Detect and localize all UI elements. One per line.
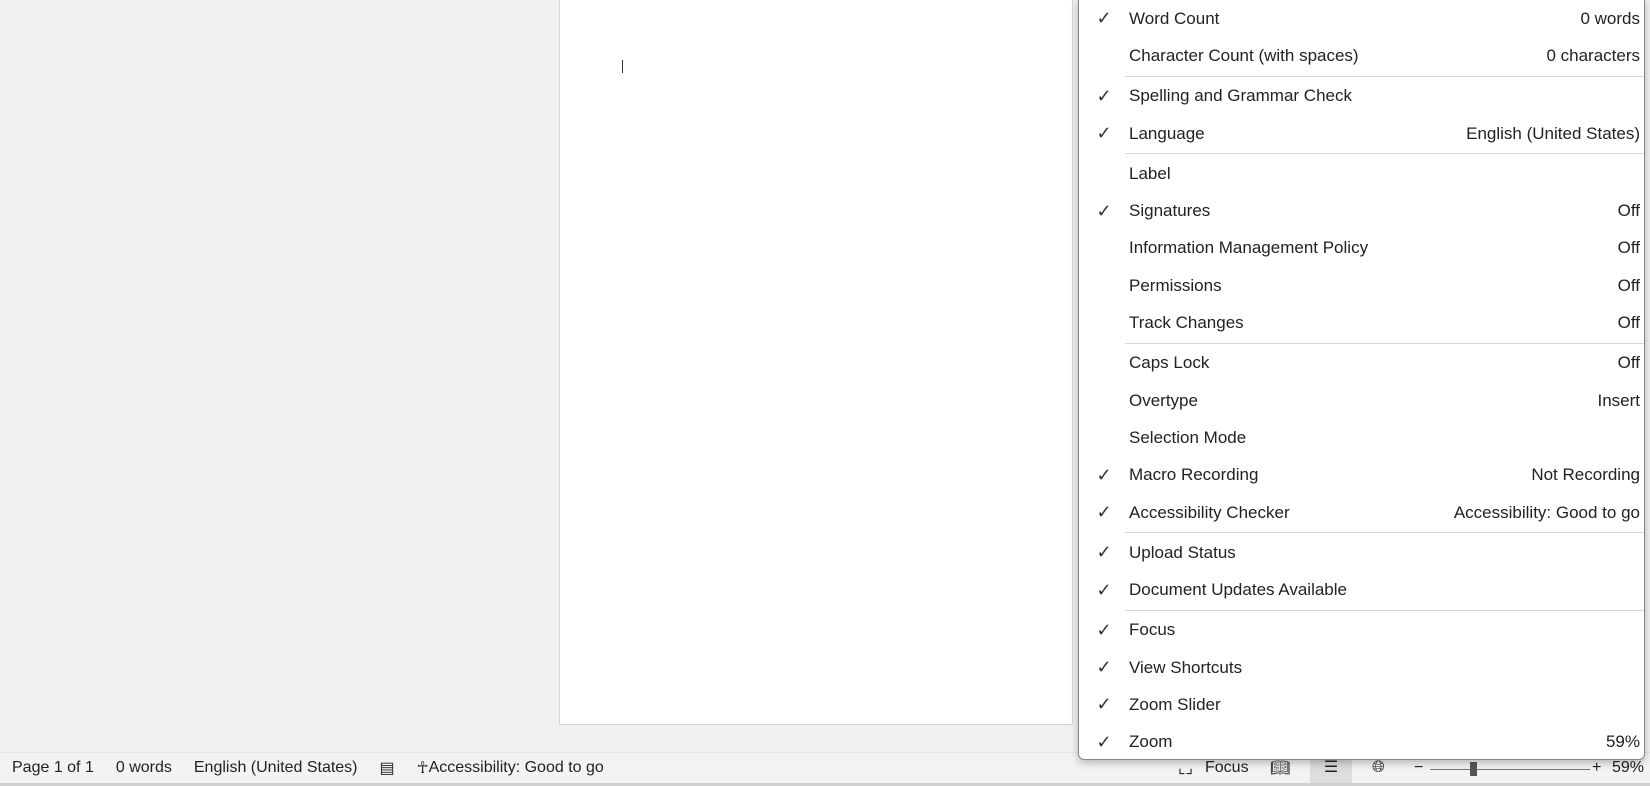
checkmark-icon: ✓	[1096, 8, 1112, 29]
menu-item-label: Signatures	[1129, 201, 1211, 221]
customize-status-bar-menu: ✓ Word Count 0 words Character Count (with …	[1078, 0, 1645, 760]
menu-item-value: 0 characters	[1546, 45, 1640, 65]
menu-item-label: Focus	[1129, 620, 1176, 640]
checkmark-icon: ✓	[1096, 464, 1112, 485]
menu-item-value: English (United States)	[1466, 123, 1640, 143]
page-number[interactable]: Page 1 of 1	[12, 759, 94, 777]
menu-item-label: Overtype	[1129, 390, 1198, 410]
checkmark-icon: ✓	[1096, 619, 1112, 640]
menu-separator	[1125, 342, 1644, 344]
checkmark-icon: ✓	[1096, 579, 1112, 600]
zoom-slider[interactable]	[1430, 769, 1590, 770]
checkmark-icon: ✓	[1096, 85, 1112, 106]
menu-item-label: Accessibility Checker	[1129, 502, 1290, 522]
checkmark-icon: ✓	[1096, 694, 1112, 715]
menu-item-label: Document Updates Available	[1129, 580, 1347, 600]
menu-item-permissions[interactable]: Permissions Off	[1079, 267, 1644, 304]
zoom-out-button[interactable]: −	[1414, 759, 1423, 777]
macro-record-icon[interactable]: ▤	[380, 758, 395, 778]
menu-item-value: Accessibility: Good to go	[1453, 502, 1640, 522]
menu-item-zoom-slider[interactable]: ✓ Zoom Slider	[1079, 686, 1644, 723]
menu-item-label: Spelling and Grammar Check	[1129, 86, 1352, 106]
menu-item-value: Off	[1617, 275, 1640, 295]
menu-item-value: Off	[1617, 201, 1640, 221]
menu-item-label: Word Count	[1129, 8, 1220, 28]
menu-item-character-count-with-spaces[interactable]: Character Count (with spaces) 0 character…	[1079, 37, 1644, 74]
menu-item-label: Track Changes	[1129, 313, 1244, 333]
menu-item-label: Zoom	[1129, 732, 1173, 752]
menu-item-caps-lock[interactable]: Caps Lock Off	[1079, 345, 1644, 382]
menu-item-label: Information Management Policy	[1129, 238, 1369, 258]
menu-item-value: Off	[1617, 353, 1640, 373]
menu-item-value: Insert	[1597, 390, 1640, 410]
checkmark-icon: ✓	[1096, 731, 1112, 752]
menu-item-selection-mode[interactable]: Selection Mode	[1079, 419, 1644, 456]
language[interactable]: English (United States)	[194, 759, 358, 777]
menu-item-zoom[interactable]: ✓ Zoom 59%	[1079, 724, 1644, 761]
menu-item-label: Selection Mode	[1129, 427, 1247, 447]
menu-item-label: Permissions	[1129, 275, 1222, 295]
menu-separator	[1125, 153, 1644, 155]
menu-item-overtype[interactable]: Overtype Insert	[1079, 382, 1644, 419]
document-page[interactable]	[559, 0, 1073, 725]
menu-item-word-count[interactable]: ✓ Word Count 0 words	[1079, 0, 1644, 37]
menu-item-value: 0 words	[1580, 8, 1640, 28]
menu-item-spelling-and-grammar-check[interactable]: ✓ Spelling and Grammar Check	[1079, 78, 1644, 115]
focus-icon[interactable]: ⌞⌟	[1178, 758, 1193, 778]
read-mode-icon[interactable]: 📖︎	[1270, 758, 1290, 778]
zoom-slider-thumb[interactable]	[1470, 762, 1477, 776]
checkmark-icon: ✓	[1096, 542, 1112, 563]
menu-item-label[interactable]: Label	[1079, 155, 1644, 192]
checkmark-icon: ✓	[1096, 200, 1112, 221]
menu-item-label: Zoom Slider	[1129, 694, 1221, 714]
menu-item-signatures[interactable]: ✓ Signatures Off	[1079, 192, 1644, 229]
menu-item-track-changes[interactable]: Track Changes Off	[1079, 304, 1644, 341]
web-layout-icon[interactable]: 🌐︎	[1372, 759, 1385, 777]
menu-item-document-updates-available[interactable]: ✓ Document Updates Available	[1079, 571, 1644, 608]
menu-item-upload-status[interactable]: ✓ Upload Status	[1079, 534, 1644, 571]
accessibility-status[interactable]: Accessibility: Good to go	[429, 759, 604, 777]
menu-item-focus[interactable]: ✓ Focus	[1079, 612, 1644, 649]
zoom-level[interactable]: 59%	[1612, 759, 1644, 777]
menu-item-label: Character Count (with spaces)	[1129, 45, 1359, 65]
accessibility-icon[interactable]: ☥	[417, 758, 429, 778]
word-count[interactable]: 0 words	[116, 759, 172, 777]
menu-item-label: Upload Status	[1129, 542, 1236, 562]
menu-item-value: 59%	[1605, 732, 1640, 752]
checkmark-icon: ✓	[1096, 123, 1112, 144]
menu-item-label: Macro Recording	[1129, 465, 1259, 485]
menu-item-value: Off	[1617, 313, 1640, 333]
menu-separator	[1125, 532, 1644, 534]
menu-item-macro-recording[interactable]: ✓ Macro Recording Not Recording	[1079, 457, 1644, 494]
menu-separator	[1125, 609, 1644, 611]
checkmark-icon: ✓	[1096, 502, 1112, 522]
menu-item-view-shortcuts[interactable]: ✓ View Shortcuts	[1079, 649, 1644, 686]
checkmark-icon: ✓	[1096, 657, 1112, 678]
menu-item-value: Not Recording	[1531, 465, 1640, 485]
menu-separator	[1125, 75, 1644, 77]
menu-item-label: Caps Lock	[1129, 353, 1210, 373]
text-cursor	[622, 60, 623, 73]
menu-item-information-management-policy[interactable]: Information Management Policy Off	[1079, 230, 1644, 267]
menu-item-language[interactable]: ✓ Language English (United States)	[1079, 115, 1644, 152]
menu-item-label: Language	[1129, 123, 1205, 143]
focus-button[interactable]: Focus	[1205, 759, 1249, 777]
menu-item-label: View Shortcuts	[1129, 657, 1243, 677]
menu-item-label: Label	[1129, 163, 1171, 183]
menu-item-value: Off	[1617, 238, 1640, 258]
menu-item-accessibility-checker[interactable]: ✓ Accessibility Checker Accessibility: Goo…	[1079, 494, 1644, 531]
zoom-in-button[interactable]: +	[1592, 759, 1601, 777]
